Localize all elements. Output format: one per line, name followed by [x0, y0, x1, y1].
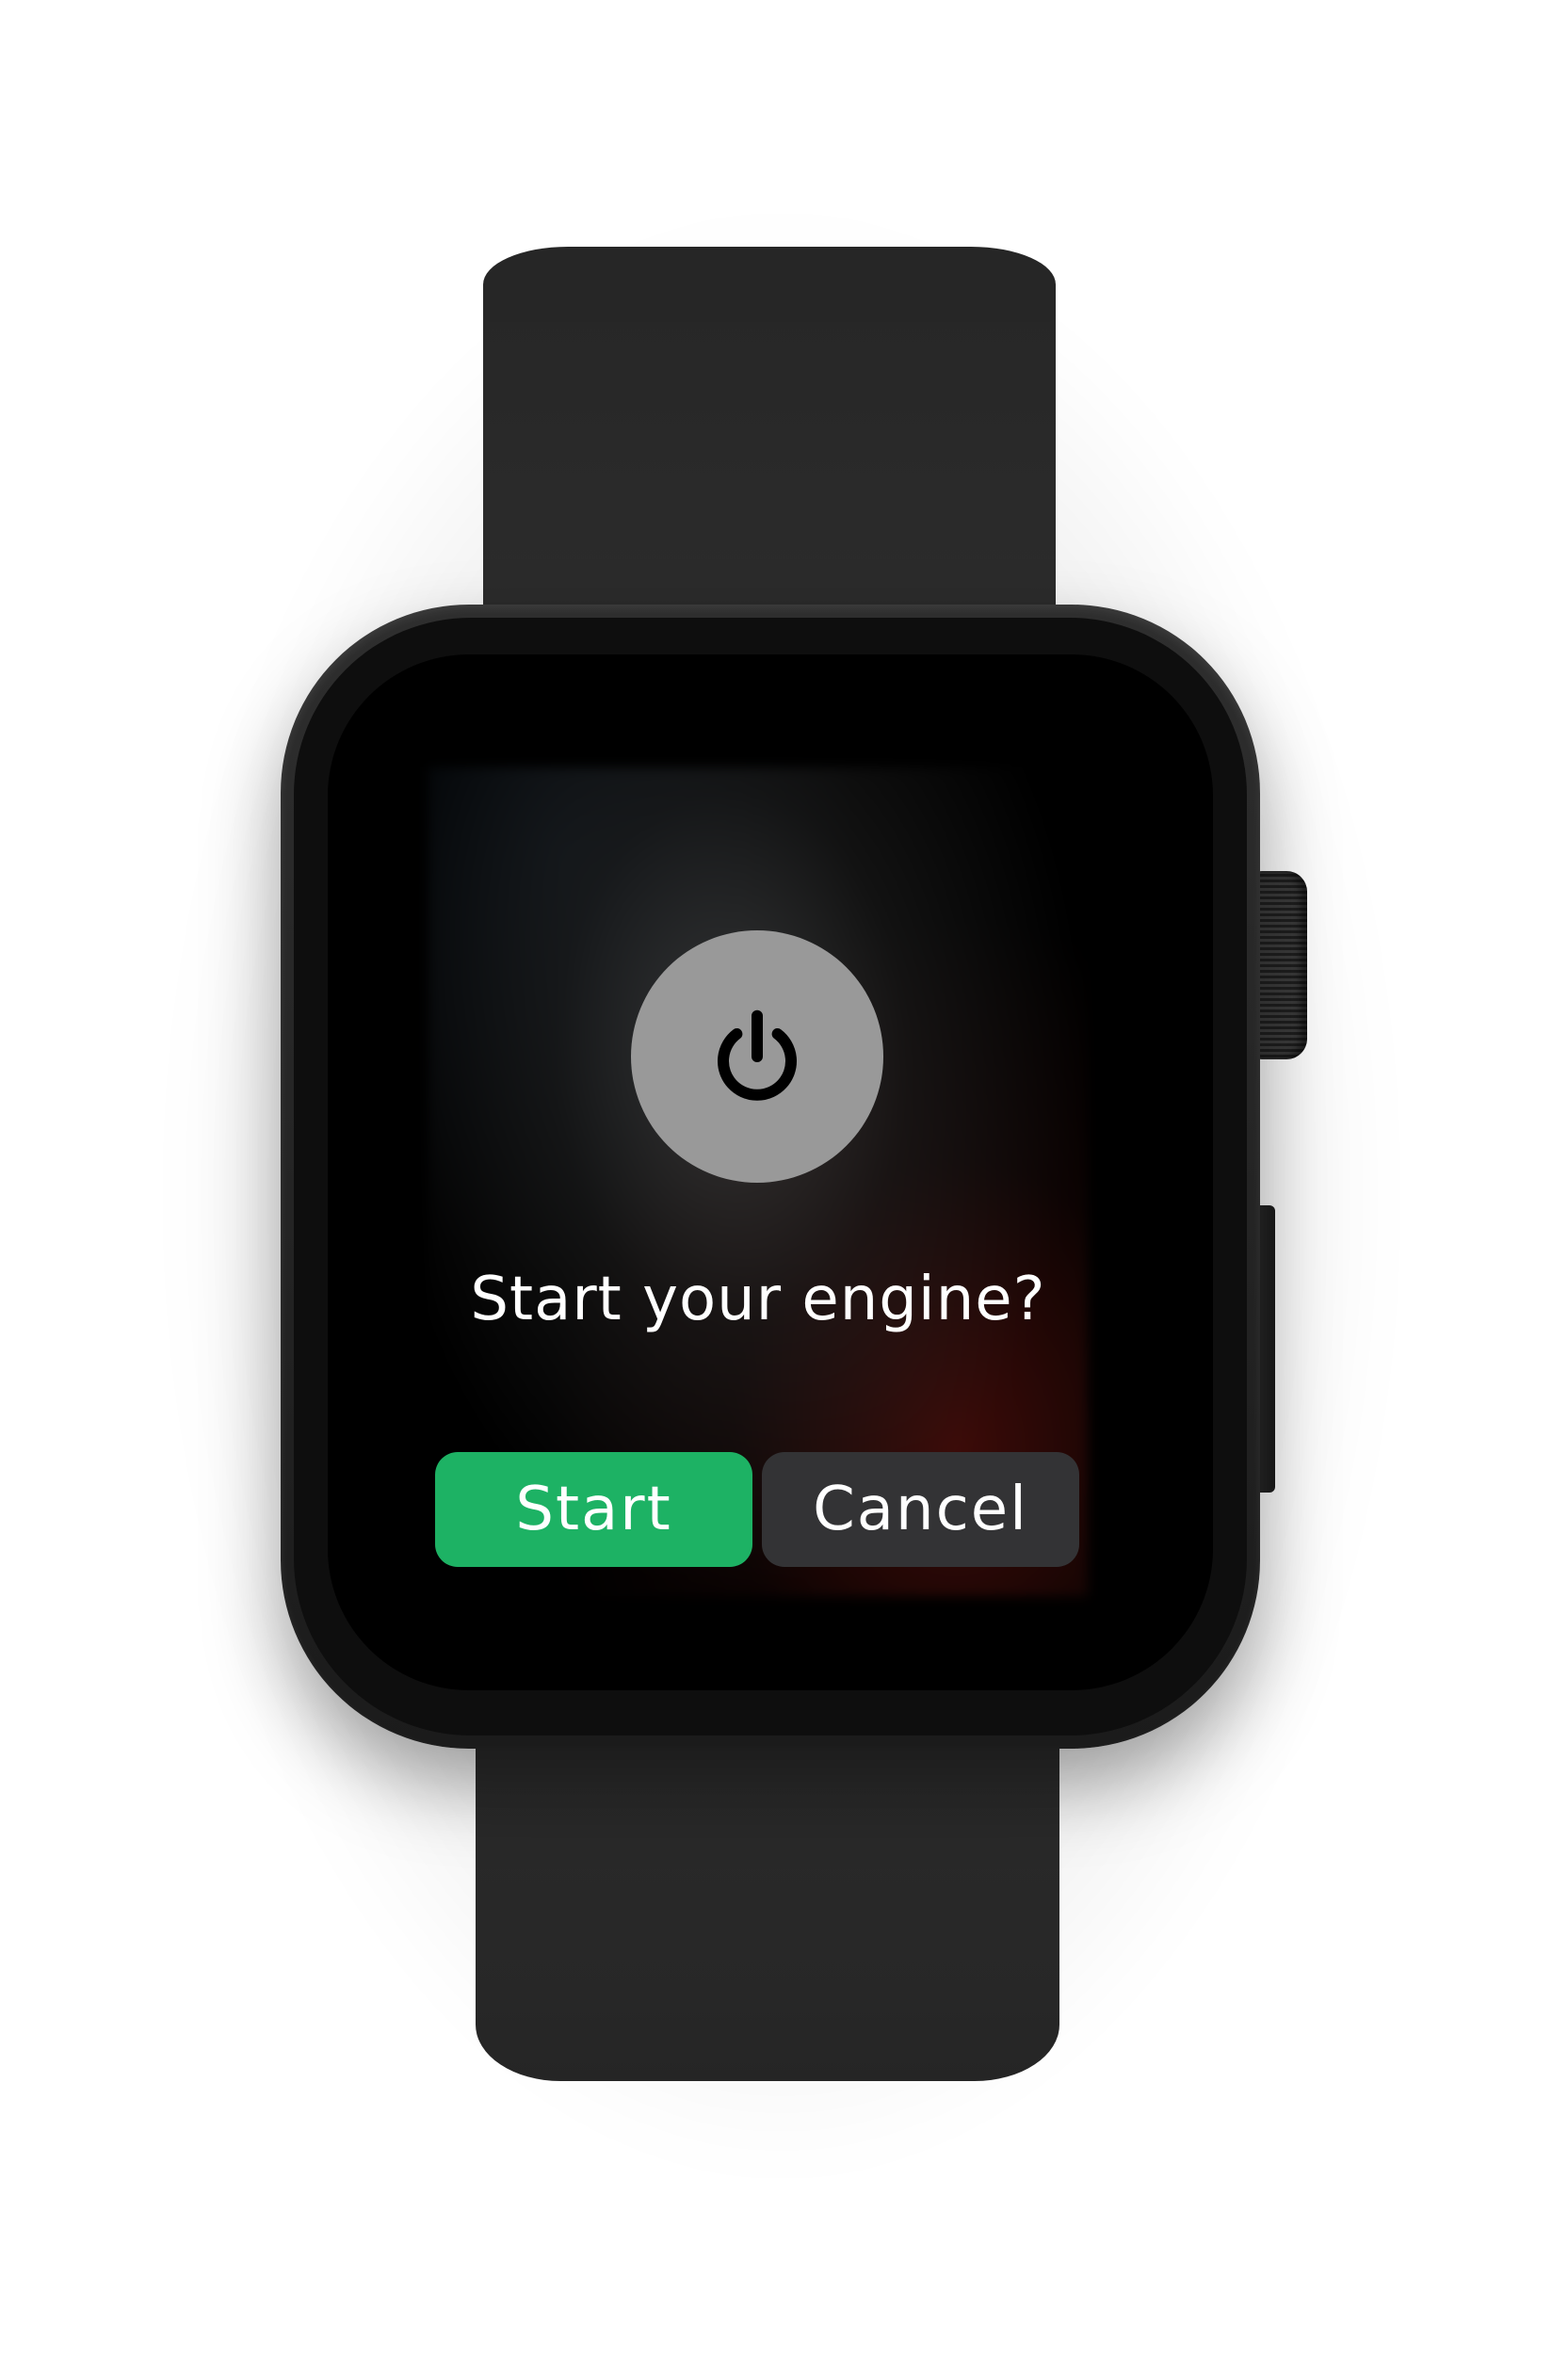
start-button[interactable]: Start — [435, 1452, 752, 1567]
alert-message: Start your engine? — [470, 1265, 1046, 1334]
watch-band-top-end — [483, 247, 1056, 322]
power-icon-circle — [631, 930, 883, 1183]
cancel-button[interactable]: Cancel — [762, 1452, 1079, 1567]
power-icon — [718, 1009, 797, 1101]
watch-mockup: Start your engine? Start Cancel — [0, 0, 1568, 2373]
